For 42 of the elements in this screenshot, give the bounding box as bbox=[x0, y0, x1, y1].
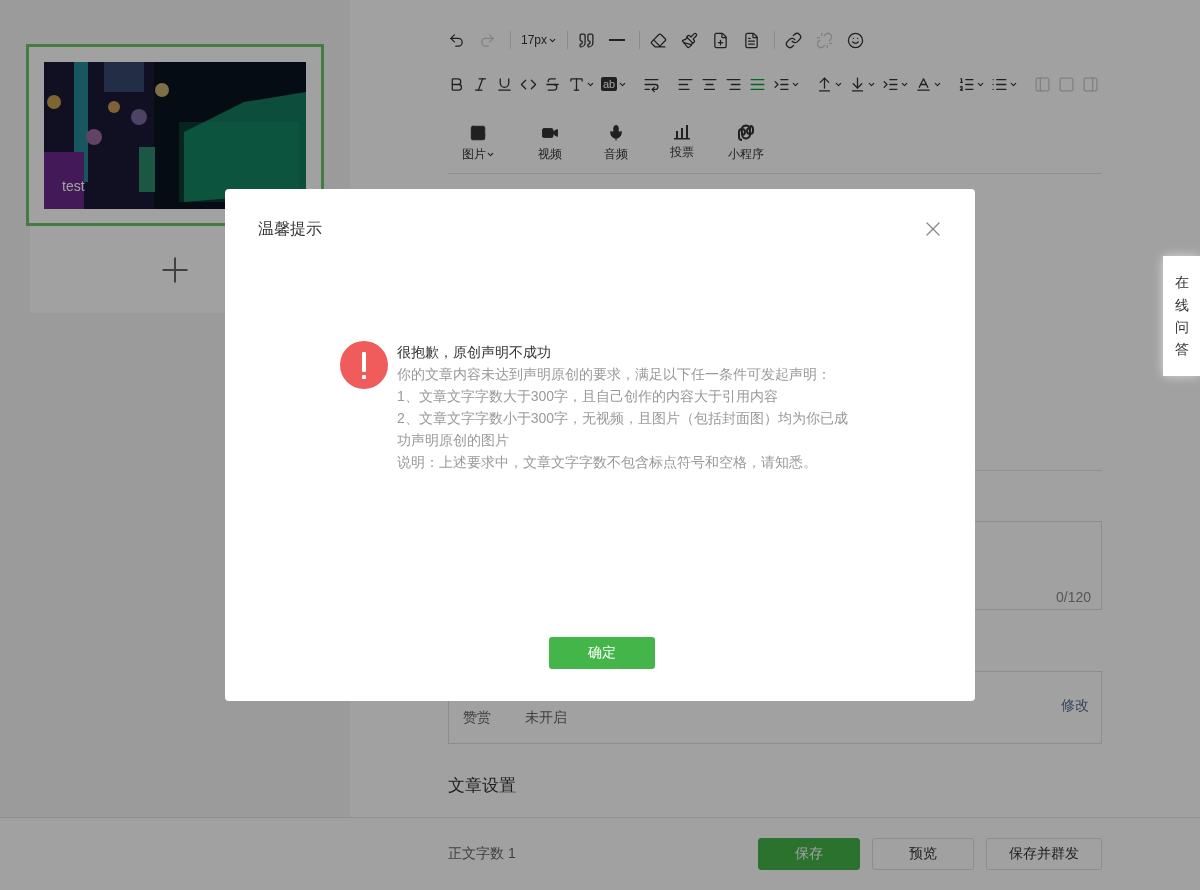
strikethrough-icon bbox=[544, 75, 561, 93]
font-size-dropdown[interactable]: 17px bbox=[521, 28, 558, 52]
horizontal-line-icon bbox=[609, 39, 626, 41]
action-button[interactable]: 保存并群发 bbox=[986, 838, 1102, 870]
insert-button[interactable]: 视频 bbox=[524, 124, 576, 163]
character-counter: 0/120 bbox=[1055, 589, 1091, 605]
background-color-button[interactable]: ab bbox=[601, 72, 628, 96]
online-help-tab[interactable]: 在线问答 bbox=[1163, 256, 1200, 376]
dialog-text: 你的文章内容未达到声明原创的要求，满足以下任一条件可发起声明： bbox=[397, 365, 832, 384]
warning-icon bbox=[340, 341, 388, 389]
microphone-icon bbox=[607, 124, 625, 142]
info-label: 赞赏 bbox=[463, 709, 491, 727]
italic-icon bbox=[472, 75, 489, 93]
word-count: 正文字数 1 bbox=[448, 845, 517, 863]
underline-icon bbox=[496, 75, 513, 93]
letter-spacing-icon bbox=[915, 75, 933, 93]
edit-link[interactable]: 修改 bbox=[1061, 697, 1089, 715]
section-title: 文章设置 bbox=[448, 775, 517, 797]
insert-button[interactable]: 投票 bbox=[656, 124, 708, 163]
cover-caption: test bbox=[62, 178, 85, 194]
caret-icon bbox=[485, 150, 495, 159]
brush-icon bbox=[681, 31, 699, 49]
document-icon bbox=[743, 31, 761, 49]
dialog-text: 1、文章文字字数大于300字，且自己创作的内容大于引用内容 bbox=[397, 387, 780, 406]
insert-button[interactable]: 图片 bbox=[458, 124, 498, 163]
numbered-list-icon bbox=[958, 75, 976, 93]
undo-icon bbox=[448, 31, 465, 49]
insert-button[interactable]: 小程序 bbox=[716, 124, 776, 163]
bar-chart-icon bbox=[673, 124, 691, 140]
link-icon bbox=[785, 31, 803, 49]
dialog-text: 2、文章文字字数小于300字，无视频，且图片（包括封面图）均为你已成功声明原创的图片 bbox=[397, 409, 850, 450]
quote-icon bbox=[578, 31, 596, 49]
info-value: 未开启 bbox=[525, 709, 567, 727]
eraser-icon bbox=[650, 31, 668, 49]
insert-button[interactable]: 音频 bbox=[590, 124, 642, 163]
dialog-heading: 很抱歉，原创声明不成功 bbox=[397, 343, 552, 362]
action-button[interactable]: 预览 bbox=[872, 838, 974, 870]
letter-icon bbox=[568, 75, 585, 93]
smile-icon bbox=[847, 31, 865, 49]
mini-program-icon bbox=[737, 124, 755, 142]
document-plus-icon bbox=[712, 31, 730, 49]
dialog-text: 说明：上述要求中，文章文字字数不包含标点符号和空格，请知悉。 bbox=[397, 453, 818, 472]
